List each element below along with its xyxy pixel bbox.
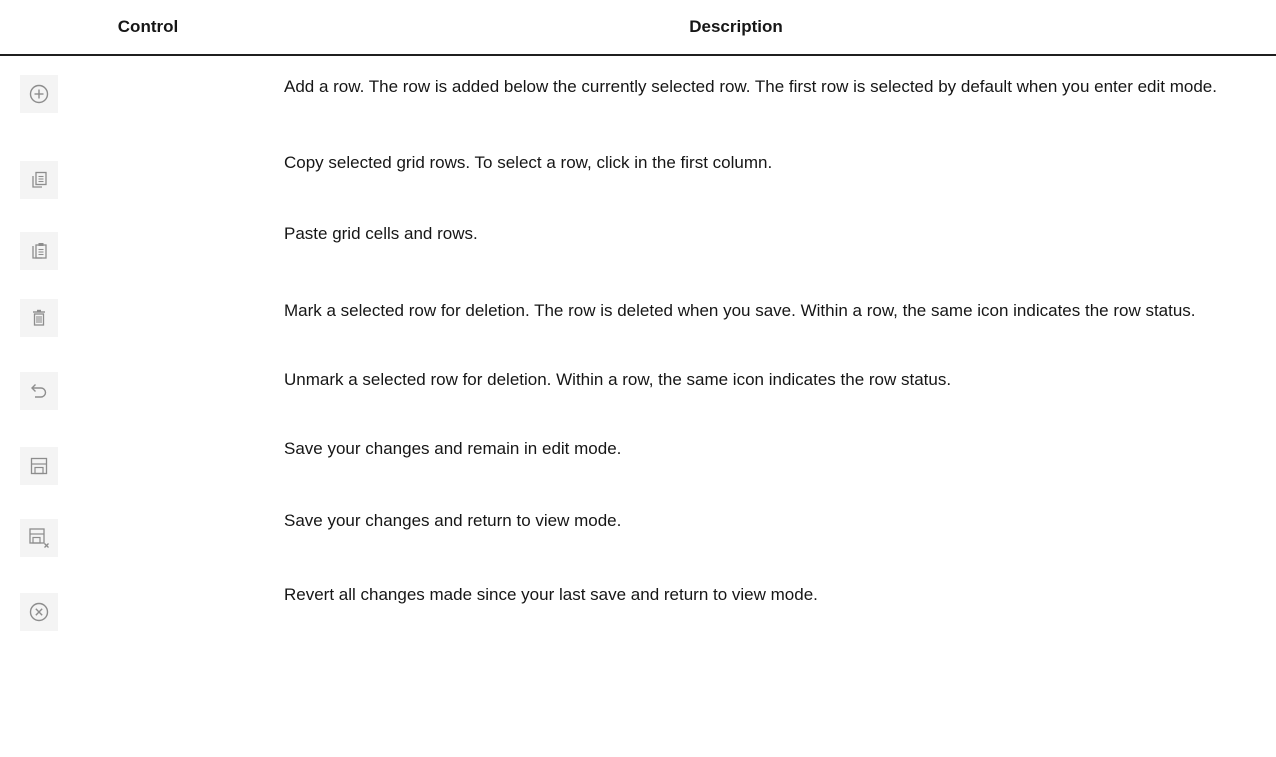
add-circle-icon — [20, 75, 58, 113]
table-body: Add a row. The row is added below the cu… — [0, 56, 1276, 631]
trash-icon — [20, 299, 58, 337]
undo-icon — [20, 372, 58, 410]
cancel-circle-icon — [20, 593, 58, 631]
description-cell: Revert all changes made since your last … — [284, 585, 818, 604]
control-cell — [0, 295, 284, 337]
description-cell: Paste grid cells and rows. — [284, 224, 478, 243]
table-row: Mark a selected row for deletion. The ro… — [0, 279, 1276, 358]
column-header-description: Description — [689, 17, 783, 36]
control-cell — [0, 71, 284, 113]
control-cell — [0, 147, 284, 199]
controls-table: Control Description Add a row. The row i… — [0, 0, 1276, 631]
control-cell — [0, 364, 284, 410]
column-header-control: Control — [117, 17, 179, 36]
control-cell — [0, 505, 284, 557]
table-row: Unmark a selected row for deletion. With… — [0, 358, 1276, 423]
table-row: Save your changes and remain in edit mod… — [0, 423, 1276, 494]
description-cell: Save your changes and return to view mod… — [284, 511, 622, 530]
description-cell: Mark a selected row for deletion. The ro… — [284, 301, 1196, 320]
description-cell: Unmark a selected row for deletion. With… — [284, 370, 952, 389]
control-cell — [0, 433, 284, 485]
description-cell: Copy selected grid rows. To select a row… — [284, 153, 773, 172]
description-cell: Save your changes and remain in edit mod… — [284, 439, 622, 458]
table-row: Add a row. The row is added below the cu… — [0, 56, 1276, 137]
table-row: Save your changes and return to view mod… — [0, 494, 1276, 565]
copy-icon — [20, 161, 58, 199]
paste-icon — [20, 232, 58, 270]
table-row: Paste grid cells and rows. — [0, 208, 1276, 279]
table-header: Control Description — [0, 0, 1276, 56]
save-icon — [20, 447, 58, 485]
control-cell — [0, 218, 284, 270]
description-cell: Add a row. The row is added below the cu… — [284, 77, 1217, 96]
table-row: Revert all changes made since your last … — [0, 565, 1276, 631]
control-cell — [0, 579, 284, 631]
table-row: Copy selected grid rows. To select a row… — [0, 137, 1276, 208]
save-close-icon — [20, 519, 58, 557]
